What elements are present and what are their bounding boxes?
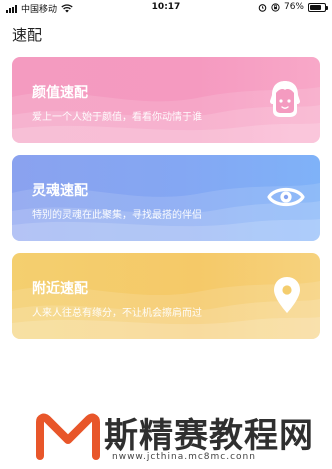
alarm-icon (258, 3, 267, 12)
nearby-match-card[interactable]: 附近速配 人来人往总有缘分，不让机会擦肩而过 (12, 253, 320, 339)
card-title: 颜值速配 (32, 85, 88, 101)
soul-match-card[interactable]: 灵魂速配 特别的灵魂在此聚集，寻找最搭的伴侣 (12, 155, 320, 241)
watermark-text: 斯精赛教程网 (104, 416, 314, 456)
page-title: 速配 (12, 26, 43, 44)
battery-icon (308, 2, 328, 12)
card-subtitle: 特别的灵魂在此聚集，寻找最搭的伴侣 (32, 210, 202, 221)
status-bar: 中国移动 10:17 76% (0, 0, 332, 16)
card-subtitle: 爱上一个人始于颜值，看看你动情于谁 (32, 112, 202, 123)
location-pin-icon (274, 277, 300, 313)
watermark-url: nwww.jcthina.mc8mc.conn (112, 452, 256, 462)
appearance-match-card[interactable]: 颜值速配 爱上一个人始于颜值，看看你动情于谁 (12, 57, 320, 143)
girl-face-icon (270, 81, 300, 117)
card-subtitle: 人来人往总有缘分，不让机会擦肩而过 (32, 308, 202, 319)
status-right: 76% (258, 2, 328, 12)
watermark: 斯精赛教程网 nwww.jcthina.mc8mc.conn (0, 404, 332, 469)
watermark-logo-icon (36, 413, 100, 460)
eye-icon (267, 187, 305, 207)
card-title: 附近速配 (32, 281, 88, 297)
orientation-lock-icon (271, 2, 280, 12)
battery-percent: 76% (283, 2, 304, 12)
card-title: 灵魂速配 (32, 183, 88, 199)
